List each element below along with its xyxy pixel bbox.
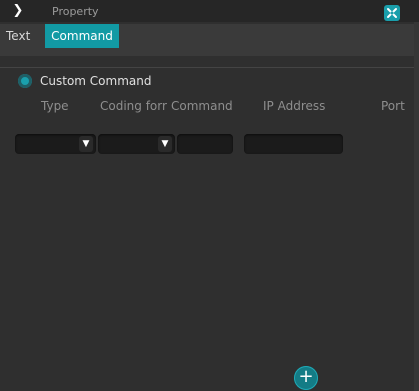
custom-command-label: Custom Command — [40, 74, 152, 88]
tab-bar: Text Command — [0, 24, 419, 56]
column-header-port: Port — [381, 99, 405, 113]
radio-selected-icon[interactable] — [18, 74, 32, 88]
close-pin-icon[interactable] — [384, 5, 400, 21]
chevron-right-icon[interactable]: ❯ — [10, 3, 26, 19]
title-bar: ❯ Property — [0, 0, 419, 22]
column-header-command: Command — [171, 99, 233, 113]
tab-text[interactable]: Text — [0, 24, 42, 48]
ip-address-input[interactable] — [244, 134, 343, 154]
panel-title: Property — [52, 5, 99, 18]
column-header-ip-address: IP Address — [263, 99, 326, 113]
scrollbar-track[interactable] — [414, 22, 419, 391]
column-header-type: Type — [41, 99, 69, 113]
tab-command[interactable]: Command — [45, 24, 119, 48]
caret-down-icon[interactable]: ▼ — [158, 136, 172, 152]
divider — [0, 67, 419, 68]
type-dropdown[interactable]: ▼ — [15, 134, 96, 154]
column-header-coding-format: Coding forr — [100, 99, 167, 113]
command-input[interactable] — [177, 134, 233, 154]
plus-icon[interactable]: + — [294, 366, 318, 390]
coding-format-dropdown[interactable]: ▼ — [98, 134, 175, 154]
caret-down-icon[interactable]: ▼ — [79, 136, 93, 152]
